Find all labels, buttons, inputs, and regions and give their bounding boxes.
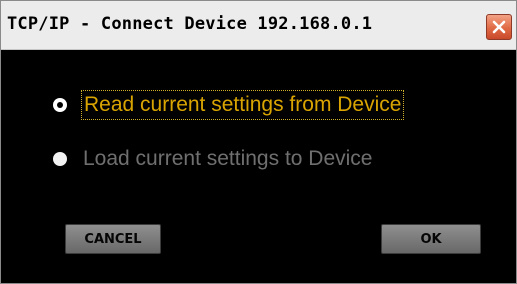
dialog-window: TCP/IP - Connect Device 192.168.0.1 Read…: [0, 0, 517, 284]
load-settings-option: Load current settings to Device: [53, 144, 373, 174]
ok-button[interactable]: OK: [381, 224, 481, 254]
close-button[interactable]: [486, 14, 512, 40]
load-settings-label: Load current settings to Device: [83, 147, 373, 170]
dialog-content: Read current settings from Device Load c…: [1, 50, 516, 283]
close-x-icon: [492, 20, 506, 34]
cancel-button[interactable]: CANCEL: [65, 224, 161, 254]
window-title: TCP/IP - Connect Device 192.168.0.1: [7, 14, 373, 34]
read-settings-option[interactable]: Read current settings from Device: [53, 90, 405, 120]
read-settings-label[interactable]: Read current settings from Device: [80, 90, 405, 120]
title-bar[interactable]: TCP/IP - Connect Device 192.168.0.1: [1, 1, 516, 50]
read-settings-radio[interactable]: [53, 98, 67, 112]
load-settings-radio: [53, 152, 67, 166]
